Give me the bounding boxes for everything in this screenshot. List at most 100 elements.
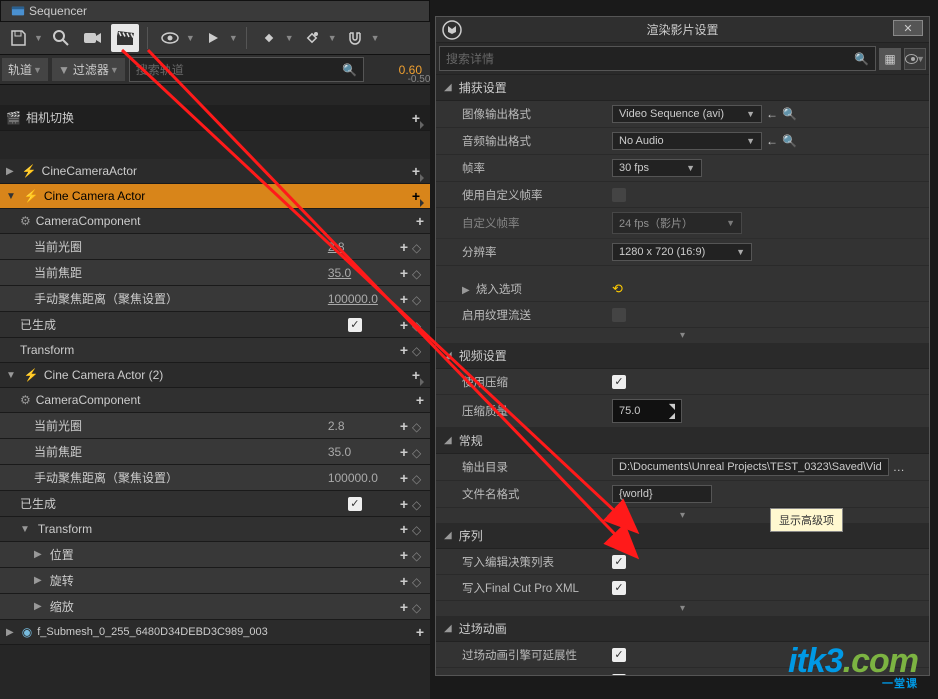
filter-dropdown[interactable]: ▼过滤器▼ — [52, 58, 125, 81]
audio-format-combo[interactable]: No Audio▼ — [612, 132, 762, 150]
cine-camera-actor-track[interactable]: ▶⚡CineCameraActor + — [0, 159, 430, 184]
prev-button[interactable]: ← — [766, 107, 778, 121]
filename-input[interactable]: {world} — [612, 485, 712, 503]
track-value[interactable]: 100000.0 — [328, 471, 388, 485]
camera-component-2-track[interactable]: ⚙CameraComponent + — [0, 388, 430, 413]
frame-rate-combo[interactable]: 30 fps▼ — [612, 159, 702, 177]
expand-icon[interactable]: ▶ — [6, 627, 14, 638]
track-value[interactable]: 2.8 — [328, 419, 388, 433]
expand-icon[interactable]: ▼ — [6, 370, 16, 381]
dropdown-icon[interactable]: ▼ — [186, 33, 195, 43]
texture-checkbox[interactable] — [612, 308, 626, 322]
custom-fr-combo[interactable]: 24 fps（影片）▼ — [612, 212, 742, 234]
spin-value: 75.0 — [619, 405, 640, 417]
view-button[interactable] — [156, 24, 184, 52]
expand-icon[interactable]: ▶ — [34, 601, 42, 612]
spawned-checkbox[interactable]: ✓ — [348, 318, 362, 332]
dropdown-icon[interactable]: ▼ — [229, 33, 238, 43]
track-value[interactable]: 35.0 — [328, 445, 388, 459]
prop-label: 使用自定义帧率 — [462, 187, 612, 203]
advanced-tooltip: 显示高级项 — [770, 508, 843, 532]
save-button[interactable] — [4, 24, 32, 52]
sequencer-toolbar: ▼ ▼ ▼ ▼ ▼ ▼ — [0, 22, 430, 55]
playback-button[interactable] — [199, 24, 227, 52]
focus-dist-track[interactable]: 当前焦距 35.0+◇ — [0, 260, 430, 286]
combo-value: 24 fps（影片） — [619, 215, 693, 231]
save-dropdown-icon[interactable]: ▼ — [34, 33, 43, 43]
expand-down-icon[interactable]: ▾ — [436, 601, 929, 616]
fcpxml-checkbox[interactable]: ✓ — [612, 581, 626, 595]
aperture-track[interactable]: 当前光圈 2.8+◇ — [0, 234, 430, 260]
track-search[interactable]: 搜索轨道 🔍 — [129, 57, 364, 82]
grid-view-button[interactable]: ▦ — [879, 48, 901, 70]
transform-track[interactable]: Transform +◇ — [0, 338, 430, 363]
general-category[interactable]: ◢常规 — [436, 428, 929, 454]
details-search[interactable]: 搜索详情 🔍 — [439, 46, 876, 71]
manual-focus-track[interactable]: 手动聚焦距离（聚焦设置） 100000.0+◇ — [0, 286, 430, 312]
scale-track[interactable]: ▶缩放 +◇ — [0, 594, 430, 620]
browse-button[interactable]: … — [893, 460, 905, 474]
snap-button[interactable] — [341, 24, 369, 52]
aperture-2-track[interactable]: 当前光圈 2.8+◇ — [0, 413, 430, 439]
cinematic-mode-checkbox[interactable]: ✓ — [612, 674, 626, 676]
dropdown-icon[interactable]: ▼ — [328, 33, 337, 43]
submesh-track[interactable]: ▶◉f_Submesh_0_255_6480D34DEBD3C989_003 + — [0, 620, 430, 645]
spawned-checkbox[interactable]: ✓ — [348, 497, 362, 511]
expand-icon[interactable]: ▶ — [34, 549, 42, 560]
sequence-category[interactable]: ◢序列 — [436, 523, 929, 549]
use-compression-prop: 使用压缩 ✓ — [436, 369, 929, 395]
expand-down-icon[interactable]: ▾ — [436, 328, 929, 343]
edl-checkbox[interactable]: ✓ — [612, 555, 626, 569]
camera-cuts-track[interactable]: 🎬相机切换 + — [0, 105, 430, 131]
reset-button[interactable]: ⟲ — [612, 281, 623, 297]
compression-spinner[interactable]: 75.0◥◢ — [612, 399, 682, 423]
cinematic-category[interactable]: ◢过场动画 — [436, 616, 929, 642]
expand-down-icon[interactable]: ▾ — [436, 508, 929, 523]
manual-focus-2-track[interactable]: 手动聚焦距离（聚焦设置） 100000.0+◇ — [0, 465, 430, 491]
close-button[interactable]: ✕ — [893, 20, 923, 36]
browse-button[interactable]: 🔍 — [782, 134, 797, 148]
capture-category[interactable]: ◢捕获设置 — [436, 75, 929, 101]
prop-label: 帧率 — [462, 160, 612, 176]
prev-button[interactable]: ← — [766, 134, 778, 148]
cine-camera-actor-2-track[interactable]: ▼⚡Cine Camera Actor (2) + — [0, 363, 430, 388]
cine-camera-actor-selected[interactable]: ▼⚡Cine Camera Actor + — [0, 184, 430, 209]
render-movie-button[interactable] — [111, 24, 139, 52]
track-value[interactable]: 2.8 — [328, 240, 388, 254]
autokey-button[interactable] — [298, 24, 326, 52]
expand-icon[interactable]: ▶ — [34, 575, 42, 586]
spawned-track[interactable]: 已生成 ✓+◇ — [0, 312, 430, 338]
key-button[interactable] — [255, 24, 283, 52]
expand-icon[interactable]: ▶ — [6, 166, 14, 177]
focus-dist-2-track[interactable]: 当前焦距 35.0+◇ — [0, 439, 430, 465]
output-dir-input[interactable]: D:\Documents\Unreal Projects\TEST_0323\S… — [612, 458, 889, 476]
resolution-combo[interactable]: 1280 x 720 (16:9)▼ — [612, 243, 752, 261]
rotation-track[interactable]: ▶旋转 +◇ — [0, 568, 430, 594]
dropdown-icon[interactable]: ▼ — [371, 33, 380, 43]
expand-icon[interactable]: ▼ — [6, 191, 16, 202]
sequencer-tab-label: Sequencer — [29, 4, 87, 18]
eye-view-button[interactable]: ▼ — [904, 48, 926, 70]
track-value[interactable]: 35.0 — [328, 266, 388, 280]
prop-label: 自定义帧率 — [462, 215, 612, 231]
spawned-2-track[interactable]: 已生成 ✓+◇ — [0, 491, 430, 517]
image-format-combo[interactable]: Video Sequence (avi)▼ — [612, 105, 762, 123]
cinematic-ext-checkbox[interactable]: ✓ — [612, 648, 626, 662]
track-dropdown[interactable]: 轨道▼ — [2, 58, 48, 81]
position-track[interactable]: ▶位置 +◇ — [0, 542, 430, 568]
transform-2-track[interactable]: ▼Transform +◇ — [0, 517, 430, 542]
cat-label: 视频设置 — [459, 347, 507, 364]
expand-icon[interactable]: ▶ — [462, 285, 470, 296]
compression-checkbox[interactable]: ✓ — [612, 375, 626, 389]
track-value[interactable]: 100000.0 — [328, 292, 388, 306]
properties-list: ◢捕获设置 图像输出格式 Video Sequence (avi)▼ ← 🔍 音… — [436, 75, 929, 675]
video-category[interactable]: ◢视频设置 — [436, 343, 929, 369]
browse-button[interactable]: 🔍 — [782, 107, 797, 121]
search-button[interactable] — [47, 24, 75, 52]
custom-fr-checkbox[interactable] — [612, 188, 626, 202]
sequencer-tab[interactable]: Sequencer — [0, 0, 430, 22]
dropdown-icon[interactable]: ▼ — [285, 33, 294, 43]
camera-button[interactable] — [79, 24, 107, 52]
camera-component-track[interactable]: ⚙CameraComponent + — [0, 209, 430, 234]
expand-icon[interactable]: ▼ — [20, 524, 30, 535]
